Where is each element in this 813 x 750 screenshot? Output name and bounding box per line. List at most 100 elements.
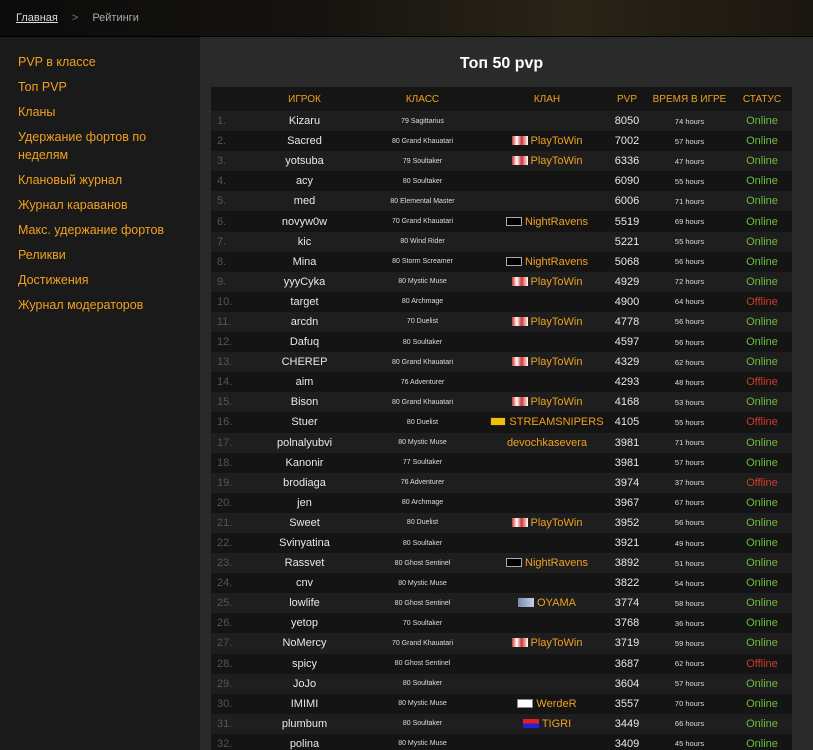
player-link[interactable]: polina	[251, 733, 358, 750]
player-link[interactable]: Sacred	[251, 131, 358, 152]
player-link[interactable]: Svinyatina	[251, 532, 358, 554]
clan-link[interactable]: PlayToWin	[487, 311, 607, 333]
rank-cell: 9.	[211, 271, 251, 292]
status-badge: Online	[732, 191, 792, 212]
clan-emblem-icon	[511, 357, 528, 367]
player-link[interactable]: Mina	[251, 251, 358, 272]
pvp-cell: 4329	[607, 352, 647, 373]
player-link[interactable]: Rassvet	[251, 553, 358, 574]
table-row: 31. plumbum 80 Soultaker TIGRI 3449 66 hours O…	[211, 713, 792, 734]
sidebar-item-pvp-class[interactable]: PVP в классе	[0, 53, 200, 71]
clan-link	[487, 111, 607, 132]
time-cell-text: 56 hours	[674, 257, 705, 267]
player-link[interactable]: Dafuq	[251, 332, 358, 353]
clan-link-text: PlayToWin	[530, 356, 583, 369]
player-link[interactable]: NoMercy	[251, 633, 358, 654]
clan-link[interactable]: NightRavens	[487, 211, 607, 232]
sidebar-item-forts-weeks[interactable]: Удержание фортов по неделям	[0, 128, 200, 164]
clan-link[interactable]: WerdeR	[487, 693, 607, 714]
player-link[interactable]: plumbum	[251, 713, 358, 734]
clan-link[interactable]: PlayToWin	[487, 392, 607, 413]
player-link[interactable]: Stuer	[251, 412, 358, 433]
time-cell: 57 hours	[647, 452, 732, 473]
rank-cell: 23.	[211, 553, 251, 574]
player-link[interactable]: polnalyubvi	[251, 432, 358, 453]
time-cell: 66 hours	[647, 713, 732, 734]
player-link[interactable]: cnv	[251, 573, 358, 594]
table-row: 4. acy 80 Soultaker 6090 55 hours Online	[211, 171, 792, 192]
sidebar-item-caravans[interactable]: Журнал караванов	[0, 196, 200, 214]
sidebar-item-achievements[interactable]: Достижения	[0, 271, 200, 289]
player-link[interactable]: novyw0w	[251, 211, 358, 232]
ranking-table-wrapper[interactable]: ИГРОК КЛАСС КЛАН PVP ВРЕМЯ В ИГРЕ СТАТУС…	[211, 87, 792, 750]
header-time[interactable]: ВРЕМЯ В ИГРЕ	[647, 87, 732, 111]
class-cell-text: 80 Duelist	[406, 418, 439, 426]
time-cell: 64 hours	[647, 291, 732, 312]
class-cell: 76 Adventurer	[358, 372, 487, 393]
player-link[interactable]: target	[251, 291, 358, 312]
player-link-text: target	[290, 295, 319, 308]
sidebar-item-clans[interactable]: Кланы	[0, 103, 200, 121]
header-clan[interactable]: КЛАН	[487, 87, 607, 111]
player-link[interactable]: med	[251, 191, 358, 212]
clan-link[interactable]: NightRavens	[487, 251, 607, 272]
player-link[interactable]: arcdn	[251, 311, 358, 333]
status-badge: Online	[732, 392, 792, 413]
status-badge: Online	[732, 673, 792, 694]
pvp-cell: 4778	[607, 311, 647, 333]
pvp-cell: 3974	[607, 472, 647, 493]
player-link[interactable]: IMIMI	[251, 693, 358, 714]
player-link[interactable]: CHEREP	[251, 352, 358, 373]
clan-link	[487, 492, 607, 513]
sidebar-item-relics[interactable]: Реликви	[0, 246, 200, 264]
breadcrumb-home-link[interactable]: Главная	[16, 12, 58, 24]
player-link[interactable]: Kizaru	[251, 111, 358, 132]
player-link[interactable]: yetop	[251, 613, 358, 634]
player-link-text: spicy	[291, 657, 318, 670]
table-row: 20. jen 80 Archmage 3967 67 hours Online	[211, 492, 792, 513]
class-cell-text: 80 Archmage	[401, 298, 444, 306]
clan-link[interactable]: NightRavens	[487, 553, 607, 574]
class-cell-text: 70 Soultaker	[402, 619, 443, 627]
clan-link[interactable]: PlayToWin	[487, 131, 607, 152]
player-link[interactable]: lowlife	[251, 593, 358, 614]
sidebar-item-clan-journal[interactable]: Клановый журнал	[0, 171, 200, 189]
clan-link[interactable]: PlayToWin	[487, 151, 607, 172]
header-status[interactable]: СТАТУС	[732, 87, 792, 111]
pvp-cell: 3449	[607, 713, 647, 734]
header-player[interactable]: ИГРОК	[251, 87, 358, 111]
clan-link[interactable]: PlayToWin	[487, 352, 607, 373]
player-link[interactable]: Bison	[251, 392, 358, 413]
pvp-cell-text: 4900	[614, 295, 640, 308]
player-link[interactable]: yyyCyka	[251, 271, 358, 292]
sidebar-item-moderators[interactable]: Журнал модераторов	[0, 296, 200, 314]
header-class[interactable]: КЛАСС	[358, 87, 487, 111]
player-link[interactable]: aim	[251, 372, 358, 393]
player-link[interactable]: brodiaga	[251, 472, 358, 493]
sidebar-item-top-pvp[interactable]: Топ PVP	[0, 78, 200, 96]
player-link[interactable]: kic	[251, 231, 358, 252]
player-link[interactable]: JoJo	[251, 673, 358, 694]
player-link[interactable]: Sweet	[251, 512, 358, 533]
player-link[interactable]: acy	[251, 171, 358, 192]
sidebar-item-max-forts[interactable]: Макс. удержание фортов	[0, 221, 200, 239]
player-link[interactable]: spicy	[251, 653, 358, 674]
clan-link[interactable]: PlayToWin	[487, 512, 607, 533]
clan-link[interactable]: TIGRI	[487, 713, 607, 734]
status-badge-text: Online	[746, 215, 778, 228]
header-pvp[interactable]: PVP	[607, 87, 647, 111]
time-cell: 70 hours	[647, 693, 732, 714]
status-badge: Online	[732, 231, 792, 252]
clan-link	[487, 573, 607, 594]
pvp-cell-text: 4778	[614, 315, 640, 328]
clan-link[interactable]: devochkasevera	[487, 432, 607, 453]
clan-link[interactable]: OYAMA	[487, 593, 607, 614]
clan-link[interactable]: PlayToWin	[487, 633, 607, 654]
clan-link[interactable]: PlayToWin	[487, 271, 607, 292]
player-link[interactable]: jen	[251, 492, 358, 513]
rank-cell-text: 8.	[217, 255, 227, 268]
player-link[interactable]: yotsuba	[251, 151, 358, 172]
player-link[interactable]: Kanonir	[251, 452, 358, 473]
clan-link[interactable]: STREAMSNIPERS	[487, 412, 607, 433]
time-cell-text: 45 hours	[674, 739, 705, 749]
